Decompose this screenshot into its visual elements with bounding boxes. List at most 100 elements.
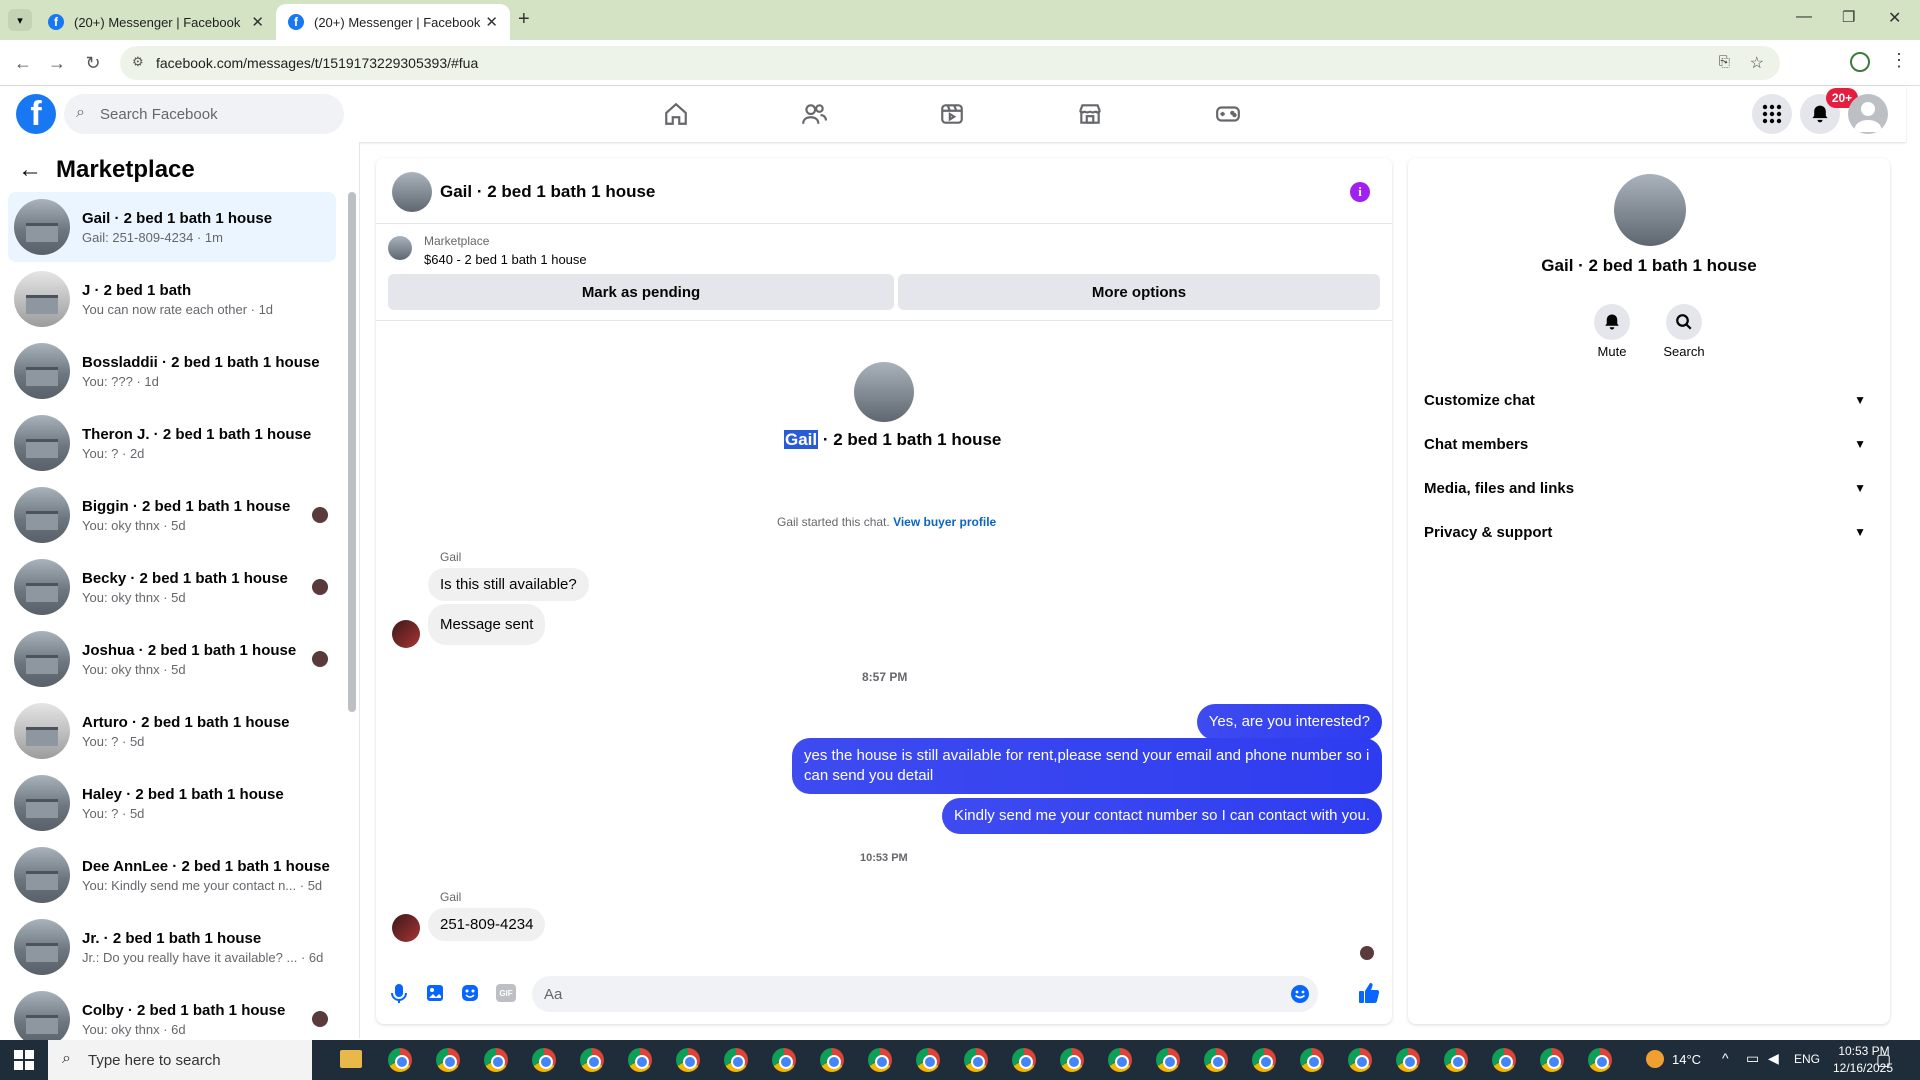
close-window-icon[interactable]: ✕ — [1888, 8, 1901, 28]
address-bar[interactable]: ⚙ facebook.com/messages/t/15191732293053… — [120, 46, 1780, 80]
chrome-taskbar-icon[interactable] — [532, 1048, 556, 1072]
chat-list-item[interactable]: Arturo · 2 bed 1 bath 1 house You: ? · 5d — [8, 696, 336, 766]
taskbar-search-input[interactable]: ⌕ Type here to search — [48, 1040, 312, 1080]
chrome-taskbar-icon[interactable] — [1588, 1048, 1612, 1072]
chrome-taskbar-icon[interactable] — [1444, 1048, 1468, 1072]
chat-list-item[interactable]: Haley · 2 bed 1 bath 1 house You: ? · 5d — [8, 768, 336, 838]
chrome-taskbar-icon[interactable] — [580, 1048, 604, 1072]
tab-search-icon[interactable]: ▾ — [8, 9, 32, 31]
incoming-message[interactable]: Message sent — [428, 604, 546, 645]
profile-icon[interactable] — [1850, 52, 1870, 72]
chrome-taskbar-icon[interactable] — [436, 1048, 460, 1072]
listing-thumbnail[interactable] — [388, 236, 412, 260]
chrome-taskbar-icon[interactable] — [868, 1048, 892, 1072]
incoming-message[interactable]: Is this still available? — [428, 568, 589, 601]
watch-nav-icon[interactable] — [934, 96, 970, 132]
chrome-taskbar-icon[interactable] — [484, 1048, 508, 1072]
bookmark-star-icon[interactable]: ☆ — [1750, 53, 1764, 73]
chat-list-item[interactable]: Jr. · 2 bed 1 bath 1 house Jr.: Do you re… — [8, 912, 336, 982]
chrome-taskbar-icon[interactable] — [1012, 1048, 1036, 1072]
friends-nav-icon[interactable] — [796, 96, 832, 132]
windows-start-icon[interactable] — [14, 1050, 34, 1075]
emoji-icon[interactable] — [1290, 984, 1310, 1008]
chat-list-item[interactable]: Theron J. · 2 bed 1 bath 1 house You: ? ·… — [8, 408, 336, 478]
details-avatar[interactable] — [1614, 174, 1686, 246]
menu-grid-icon[interactable] — [1752, 94, 1792, 134]
microphone-icon[interactable] — [390, 984, 408, 1009]
outgoing-message[interactable]: Kindly send me your contact number so I … — [941, 798, 1382, 834]
chat-list-scrollbar[interactable] — [348, 192, 356, 712]
sender-avatar[interactable] — [392, 620, 420, 648]
gaming-nav-icon[interactable] — [1210, 96, 1246, 132]
back-icon[interactable]: ← — [8, 48, 38, 78]
chrome-taskbar-icon[interactable] — [916, 1048, 940, 1072]
chrome-taskbar-icon[interactable] — [1156, 1048, 1180, 1072]
site-info-icon[interactable]: ⚙ — [132, 54, 144, 70]
chrome-taskbar-icon[interactable] — [676, 1048, 700, 1072]
account-avatar[interactable] — [1848, 94, 1888, 134]
chrome-taskbar-icon[interactable] — [1348, 1048, 1372, 1072]
chrome-taskbar-icon[interactable] — [820, 1048, 844, 1072]
browser-tab-1[interactable]: f (20+) Messenger | Facebook ✕ — [36, 4, 276, 40]
close-tab-icon[interactable]: ✕ — [251, 13, 264, 31]
view-buyer-profile-link[interactable]: View buyer profile — [893, 515, 996, 529]
chrome-taskbar-icon[interactable] — [1540, 1048, 1564, 1072]
chrome-taskbar-icon[interactable] — [1252, 1048, 1276, 1072]
listing-description[interactable]: $640 - 2 bed 1 bath 1 house — [424, 252, 587, 267]
reload-icon[interactable]: ↻ — [78, 48, 108, 78]
browser-menu-icon[interactable]: ⋮ — [1890, 50, 1908, 71]
volume-icon[interactable]: ◀ — [1768, 1050, 1779, 1067]
incoming-message[interactable]: 251-809-4234 — [428, 908, 546, 941]
gif-icon[interactable]: GIF — [496, 984, 516, 1002]
marketplace-nav-icon[interactable] — [1072, 96, 1108, 132]
conversation-title[interactable]: Gail · 2 bed 1 bath 1 house — [440, 182, 655, 202]
back-arrow-icon[interactable]: ← — [18, 156, 42, 184]
network-icon[interactable]: ▭ — [1746, 1050, 1759, 1067]
chrome-taskbar-icon[interactable] — [964, 1048, 988, 1072]
chat-list-item[interactable]: Joshua · 2 bed 1 bath 1 house You: oky th… — [8, 624, 336, 694]
new-tab-icon[interactable]: + — [518, 8, 530, 31]
chrome-taskbar-icon[interactable] — [772, 1048, 796, 1072]
conversation-avatar[interactable] — [392, 172, 432, 212]
chat-list-item[interactable]: J · 2 bed 1 bath You can now rate each ot… — [8, 264, 336, 334]
customize-chat-section[interactable]: Customize chat ▼ — [1424, 380, 1874, 420]
media-files-links-section[interactable]: Media, files and links ▼ — [1424, 468, 1874, 508]
attach-image-icon[interactable] — [426, 984, 444, 1007]
more-options-button[interactable]: More options — [898, 274, 1380, 310]
facebook-search-input[interactable]: ⌕ Search Facebook — [64, 94, 344, 134]
restore-icon[interactable]: ❐ — [1842, 8, 1855, 26]
chat-list-item[interactable]: Dee AnnLee · 2 bed 1 bath 1 house You: Ki… — [8, 840, 336, 910]
search-in-conversation-button[interactable] — [1666, 304, 1702, 340]
minimize-icon[interactable]: — — [1796, 8, 1812, 26]
mark-as-pending-button[interactable]: Mark as pending — [388, 274, 894, 310]
mute-button[interactable] — [1594, 304, 1630, 340]
file-explorer-icon[interactable] — [340, 1050, 362, 1068]
install-app-icon[interactable]: ⎘ — [1719, 53, 1730, 70]
tray-expand-icon[interactable]: ^ — [1722, 1050, 1729, 1066]
chat-list-item[interactable]: Bossladdii · 2 bed 1 bath 1 house You: ??… — [8, 336, 336, 406]
language-indicator[interactable]: ENG — [1794, 1052, 1820, 1066]
message-composer-input[interactable]: Aa — [532, 976, 1318, 1012]
sender-avatar[interactable] — [392, 914, 420, 942]
chrome-taskbar-icon[interactable] — [724, 1048, 748, 1072]
chrome-taskbar-icon[interactable] — [1108, 1048, 1132, 1072]
outgoing-message[interactable]: Yes, are you interested? — [1196, 704, 1382, 740]
chrome-taskbar-icon[interactable] — [388, 1048, 412, 1072]
home-nav-icon[interactable] — [658, 96, 694, 132]
browser-tab-2[interactable]: f (20+) Messenger | Facebook ✕ — [276, 4, 510, 40]
chat-list-item[interactable]: Gail · 2 bed 1 bath 1 house Gail: 251-809… — [8, 192, 336, 262]
facebook-logo-icon[interactable]: f — [16, 94, 56, 134]
chrome-taskbar-icon[interactable] — [1300, 1048, 1324, 1072]
chrome-taskbar-icon[interactable] — [1060, 1048, 1084, 1072]
forward-icon[interactable]: → — [42, 48, 72, 78]
sticker-icon[interactable] — [461, 984, 479, 1007]
chrome-taskbar-icon[interactable] — [1396, 1048, 1420, 1072]
weather-icon[interactable] — [1646, 1050, 1664, 1068]
intro-avatar[interactable] — [854, 362, 914, 422]
chrome-taskbar-icon[interactable] — [1492, 1048, 1516, 1072]
chat-list-item[interactable]: Becky · 2 bed 1 bath 1 house You: oky thn… — [8, 552, 336, 622]
privacy-support-section[interactable]: Privacy & support ▼ — [1424, 512, 1874, 552]
chrome-taskbar-icon[interactable] — [1204, 1048, 1228, 1072]
weather-temp[interactable]: 14°C — [1672, 1052, 1701, 1067]
outgoing-message[interactable]: yes the house is still available for ren… — [792, 738, 1382, 794]
